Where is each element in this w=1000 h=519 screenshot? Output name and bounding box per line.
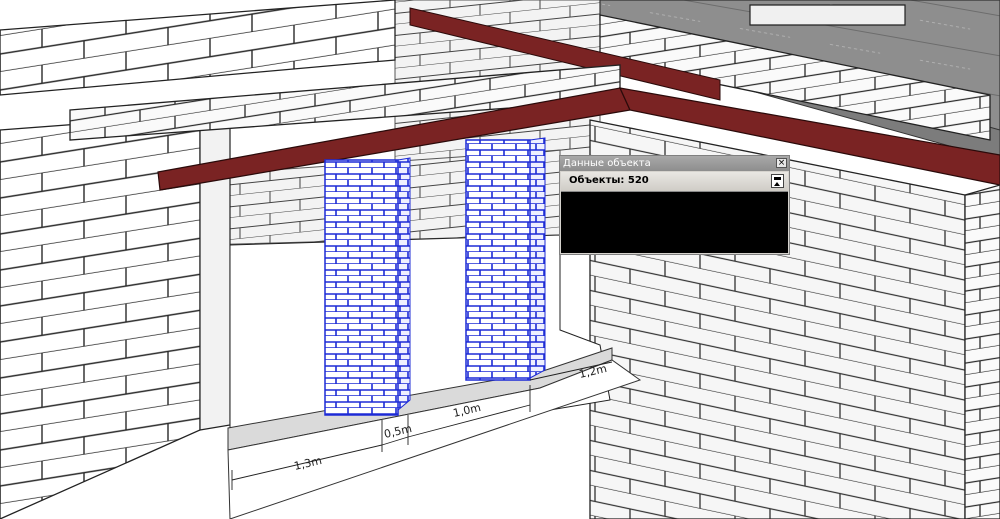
right-wall-end <box>964 184 1000 519</box>
panel-header: Объекты: 520 <box>561 172 788 192</box>
panel-title: Данные объекта <box>563 158 651 169</box>
panel-content <box>561 192 788 253</box>
close-icon[interactable]: × <box>776 158 787 168</box>
object-info-panel[interactable]: Данные объекта × Объекты: 520 <box>559 155 790 255</box>
top-cap-right <box>749 4 906 26</box>
panel-titlebar[interactable]: Данные объекта × <box>560 156 789 171</box>
collapse-icon[interactable] <box>771 174 784 188</box>
pillar-2[interactable] <box>465 139 531 381</box>
pillar-2-side <box>529 137 546 379</box>
cad-viewport[interactable]: 1,3m 0,5m 1,0m 1,2m <box>0 0 1000 519</box>
pillar-1[interactable] <box>324 159 399 416</box>
pillar-1-side <box>397 157 411 412</box>
objects-count-label: Объекты: 520 <box>569 175 649 186</box>
